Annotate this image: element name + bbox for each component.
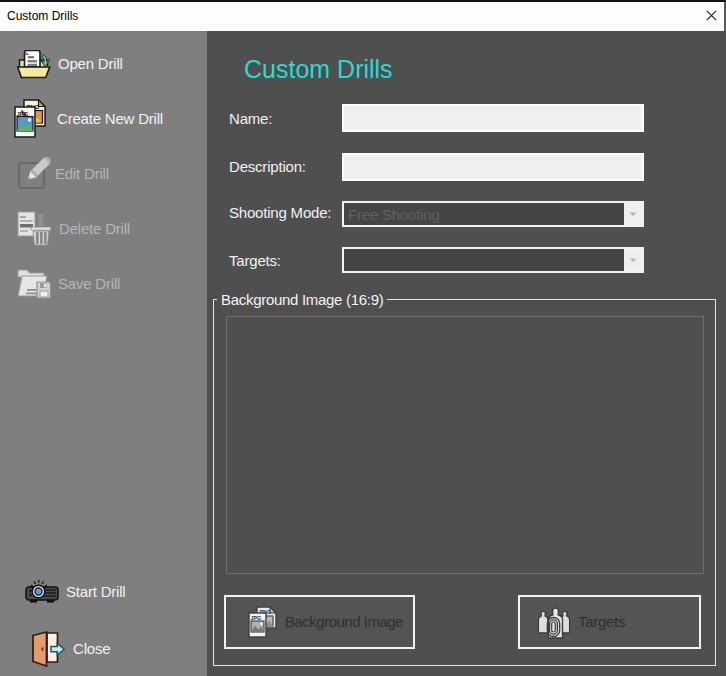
svg-text:JPG: JPG	[17, 111, 29, 117]
svg-text:JPG: JPG	[251, 615, 262, 621]
